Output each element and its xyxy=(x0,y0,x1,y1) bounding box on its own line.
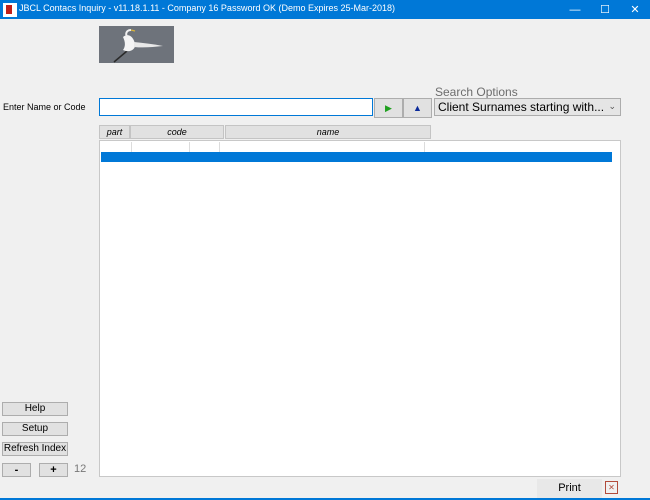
column-divider xyxy=(424,142,425,152)
search-options-value: Client Surnames starting with... xyxy=(438,100,605,114)
print-button[interactable]: Print xyxy=(537,479,602,498)
close-icon[interactable]: ✕ xyxy=(605,481,618,494)
play-icon: ▶ xyxy=(385,102,392,113)
search-prev-button[interactable]: ▲ xyxy=(403,98,432,118)
close-button[interactable]: ✕ xyxy=(620,0,650,19)
column-divider xyxy=(219,142,220,152)
up-arrow-icon: ▲ xyxy=(413,103,422,113)
column-header-code[interactable]: code xyxy=(130,125,224,139)
maximize-button[interactable]: ☐ xyxy=(590,0,620,19)
app-icon xyxy=(3,3,17,17)
column-divider xyxy=(189,142,190,152)
refresh-index-button[interactable]: Refresh Index xyxy=(2,442,68,456)
column-header-name[interactable]: name xyxy=(225,125,431,139)
search-options-select[interactable]: Client Surnames starting with... ⌄ xyxy=(434,98,621,116)
title-bar: JBCL Contacs Inquiry - v11.18.1.11 - Com… xyxy=(0,0,650,19)
selected-table-row[interactable] xyxy=(101,152,612,162)
search-options-label: Search Options xyxy=(435,85,518,99)
font-size-value: 12 xyxy=(74,463,87,475)
help-button[interactable]: Help xyxy=(2,402,68,416)
decrease-button[interactable]: - xyxy=(2,463,31,477)
search-input[interactable] xyxy=(99,98,373,116)
increase-button[interactable]: + xyxy=(39,463,68,477)
setup-button[interactable]: Setup xyxy=(2,422,68,436)
window-title: JBCL Contacs Inquiry - v11.18.1.11 - Com… xyxy=(19,3,395,13)
search-label: Enter Name or Code xyxy=(3,102,86,112)
egret-logo-image xyxy=(99,26,174,63)
column-divider xyxy=(131,142,132,152)
results-grid[interactable] xyxy=(99,140,621,477)
chevron-down-icon: ⌄ xyxy=(608,101,616,111)
minimize-button[interactable]: — xyxy=(560,0,590,19)
search-next-button[interactable]: ▶ xyxy=(374,98,403,118)
column-header-part[interactable]: part xyxy=(99,125,130,139)
